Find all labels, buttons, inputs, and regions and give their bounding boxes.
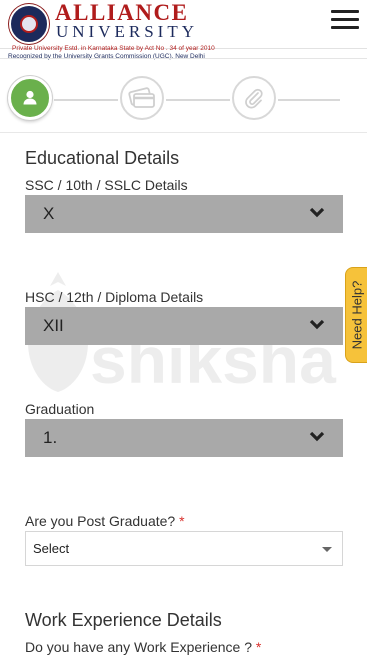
ssc-label: SSC / 10th / SSLC Details [25, 177, 188, 193]
required-asterisk: * [179, 513, 185, 529]
work-experience-label: Do you have any Work Experience ? * [25, 639, 261, 655]
graduation-value: 1. [43, 428, 58, 447]
educational-details-title: Educational Details [25, 148, 180, 168]
caret-down-icon [322, 547, 332, 552]
graduation-select[interactable]: 1. [25, 419, 343, 457]
credit-card-icon [128, 87, 155, 108]
header-divider [0, 58, 367, 59]
ssc-select[interactable]: X [25, 195, 343, 233]
paperclip-icon [245, 88, 263, 109]
hsc-select[interactable]: XII [25, 307, 343, 345]
chevron-down-icon [309, 431, 325, 442]
post-graduate-value: Select [33, 541, 70, 556]
step-payment[interactable] [120, 76, 164, 120]
post-graduate-select[interactable]: Select [25, 531, 343, 566]
post-graduate-label: Are you Post Graduate? * [25, 513, 185, 529]
post-graduate-label-text: Are you Post Graduate? [25, 513, 176, 529]
hamburger-icon[interactable] [331, 10, 359, 32]
chevron-down-icon [309, 319, 325, 330]
step-personal[interactable] [8, 76, 52, 120]
step-connector [54, 99, 118, 101]
app-header: ALLIANCE UNIVERSITY [0, 0, 367, 49]
hsc-value: XII [43, 316, 64, 335]
step-connector [278, 99, 340, 101]
required-asterisk: * [255, 639, 262, 655]
form-stepper [0, 64, 367, 132]
brand-tagline-estd: Private University Estd. in Karnataka St… [12, 45, 215, 52]
graduation-label: Graduation [25, 401, 95, 417]
step-documents[interactable] [232, 76, 276, 120]
step-connector [166, 99, 230, 101]
brand-name[interactable]: ALLIANCE [55, 1, 188, 24]
chevron-down-icon [309, 207, 325, 218]
need-help-label: Need Help? [349, 280, 364, 350]
work-experience-title: Work Experience Details [25, 610, 222, 630]
need-help-tab[interactable]: Need Help? [345, 267, 367, 363]
university-logo-icon[interactable] [9, 4, 49, 44]
brand-subtitle: UNIVERSITY [56, 22, 198, 41]
ssc-value: X [43, 204, 55, 223]
work-experience-label-text: Do you have any Work Experience ? [25, 639, 252, 655]
hsc-label: HSC / 12th / Diploma Details [25, 289, 204, 305]
user-icon [23, 90, 37, 105]
stepper-divider [0, 132, 367, 133]
